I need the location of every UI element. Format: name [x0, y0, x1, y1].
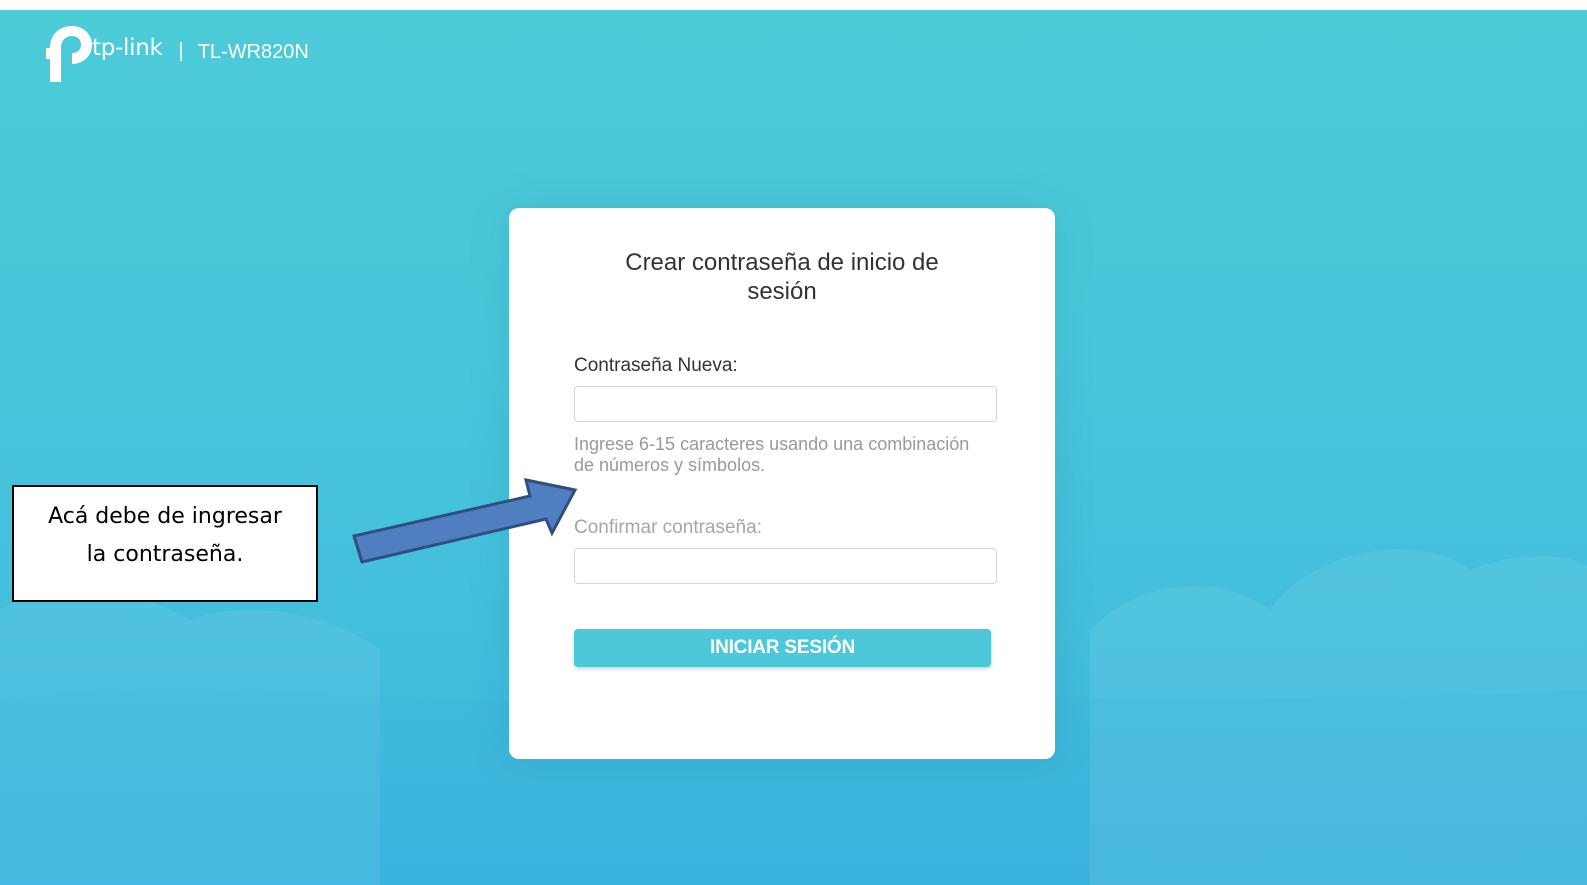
annotation-callout-box: Acá debe de ingresar la contraseña.	[12, 485, 318, 602]
new-password-input[interactable]	[574, 386, 997, 422]
confirm-password-input[interactable]	[574, 548, 997, 584]
model-name: TL-WR820N	[197, 40, 309, 63]
password-hint: Ingrese 6-15 caracteres usando una combi…	[574, 434, 970, 475]
callout-line-2: la contraseña.	[86, 542, 244, 567]
header: tp-link | TL-WR820N	[46, 26, 309, 82]
brand-name: tp-link	[92, 35, 163, 61]
callout-arrow-icon	[352, 478, 578, 564]
page-background: tp-link | TL-WR820N Crear contraseña de …	[0, 10, 1587, 885]
login-card: Crear contraseña de inicio de sesión Con…	[509, 208, 1055, 759]
new-password-label: Contraseña Nueva:	[574, 355, 738, 376]
card-title: Crear contraseña de inicio de sesión	[625, 249, 939, 305]
callout-line-1: Acá debe de ingresar	[48, 504, 282, 529]
confirm-password-label: Confirmar contraseña:	[574, 517, 762, 538]
tp-link-logo-icon	[46, 26, 92, 82]
login-button[interactable]: INICIAR SESIÓN	[574, 629, 991, 667]
header-separator: |	[178, 39, 184, 62]
